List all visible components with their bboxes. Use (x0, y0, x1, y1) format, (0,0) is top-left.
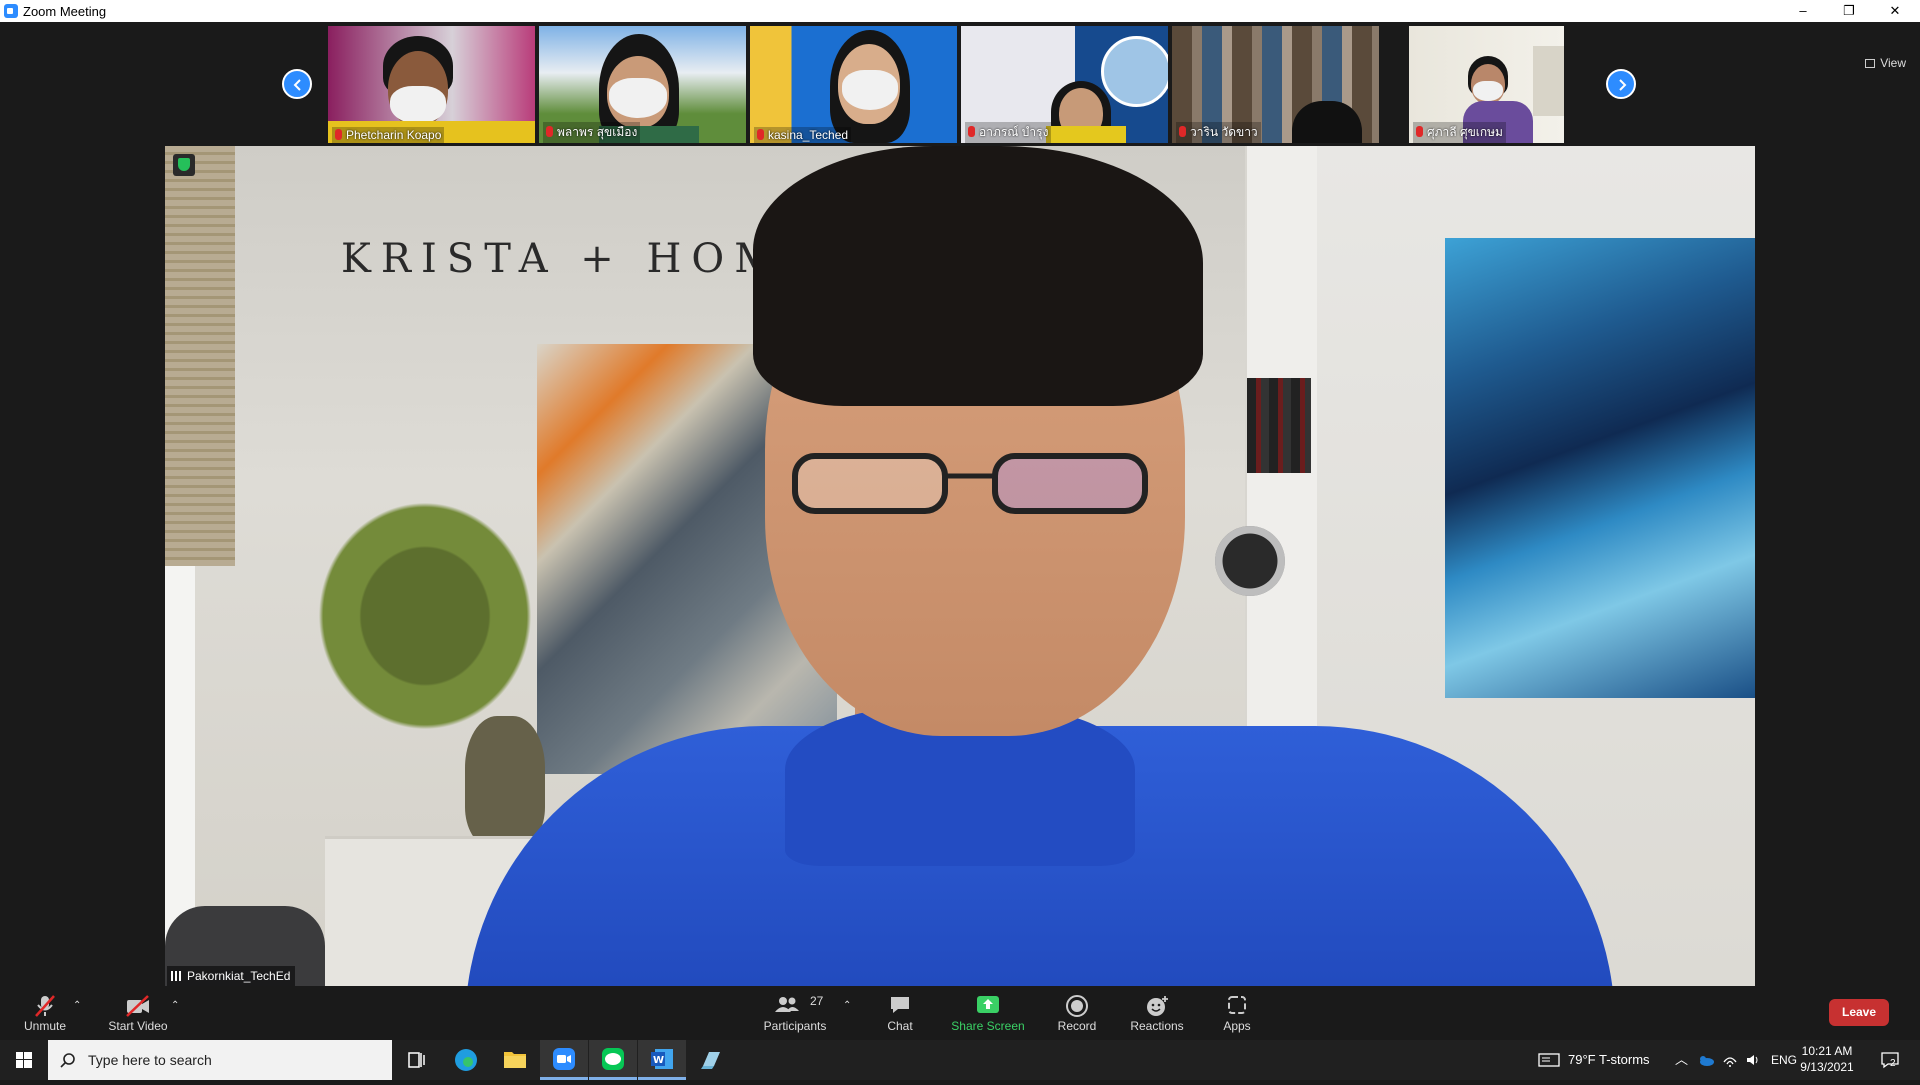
task-view-button[interactable] (392, 1040, 440, 1080)
participant-name: พลาพร สุขเมือง (543, 122, 641, 143)
participant-thumbnail[interactable]: Phetcharin Koapo (328, 26, 535, 143)
participant-name: ศุภาลี ศุขเกษม (1413, 122, 1506, 143)
wall-sign-text: KRISTA + HOM (341, 236, 786, 282)
active-speaker-video: KRISTA + HOM Pakornkiat_TechEd (165, 146, 1755, 986)
show-hidden-icons-chevron-icon[interactable]: ︿ (1675, 1040, 1688, 1080)
system-clock[interactable]: 10:21 AM 9/13/2021 (1792, 1043, 1862, 1075)
windows-taskbar: Type here to search W 79°F T-storms ︿ EN… (0, 1040, 1920, 1080)
weather-widget[interactable]: 79°F T-storms (1568, 1040, 1650, 1080)
leave-button[interactable]: Leave (1829, 999, 1889, 1026)
windows-logo-icon (16, 1052, 32, 1068)
taskbar-edge[interactable] (442, 1040, 490, 1080)
taskbar-notes-app[interactable] (687, 1040, 735, 1080)
chat-icon (891, 997, 909, 1013)
start-button[interactable] (0, 1040, 48, 1080)
participant-thumbnail[interactable]: ศุภาลี ศุขเกษม (1383, 26, 1590, 143)
reactions-button[interactable]: Reactions (1127, 986, 1187, 1040)
desk-clock (1215, 526, 1285, 596)
participant-thumbnail[interactable]: kasina_Teched (750, 26, 957, 143)
speaker-glasses (792, 453, 1148, 514)
muted-mic-icon (968, 126, 975, 137)
chevron-left-icon (293, 79, 301, 91)
speaker-name-label: Pakornkiat_TechEd (167, 966, 296, 986)
taskbar-file-explorer[interactable] (491, 1040, 539, 1080)
zoom-app-icon (4, 4, 18, 18)
participant-thumbnail[interactable]: พลาพร สุขเมือง (539, 26, 746, 143)
news-weather-icon[interactable] (1538, 1052, 1560, 1068)
view-button[interactable]: View (1865, 56, 1906, 70)
task-view-icon (408, 1052, 425, 1068)
record-icon (1066, 995, 1088, 1017)
apps-icon (1228, 996, 1246, 1014)
video-off-icon (126, 995, 149, 1017)
muted-mic-icon (546, 126, 553, 137)
unmute-button[interactable]: Unmute (12, 986, 78, 1040)
participant-name: วาริน วัดขาว (1176, 122, 1261, 143)
start-video-button[interactable]: Start Video (104, 986, 172, 1040)
participants-icon (775, 997, 799, 1012)
apps-button[interactable]: Apps (1213, 986, 1261, 1040)
taskbar-word[interactable]: W (638, 1040, 686, 1080)
audio-options-chevron-icon[interactable]: ⌃ (73, 1000, 81, 1011)
line-app-icon (602, 1048, 624, 1070)
taskbar-search-box[interactable]: Type here to search (48, 1040, 392, 1080)
word-app-icon: W (651, 1049, 673, 1069)
participant-name: Phetcharin Koapo (332, 127, 445, 143)
share-screen-icon (977, 996, 999, 1013)
previous-page-button[interactable] (282, 69, 312, 99)
muted-mic-icon (1179, 126, 1186, 137)
close-button[interactable]: ✕ (1872, 0, 1918, 22)
zoom-app-icon (553, 1048, 575, 1070)
blue-painting (1445, 238, 1755, 698)
chevron-right-icon (1619, 79, 1627, 91)
wifi-icon[interactable] (1722, 1052, 1738, 1068)
muted-mic-icon (757, 129, 764, 140)
participant-strip: Phetcharin Koapo พลาพร สุขเมือง kasina_T… (0, 22, 1920, 145)
svg-text:W: W (653, 1055, 664, 1066)
security-shield-icon[interactable] (173, 154, 195, 176)
share-screen-button[interactable]: Share Screen (948, 986, 1028, 1040)
onedrive-icon[interactable] (1697, 1053, 1715, 1067)
taskbar-line[interactable] (589, 1040, 637, 1080)
chat-button[interactable]: Chat (876, 986, 924, 1040)
view-grid-icon (1865, 59, 1876, 68)
search-icon (60, 1053, 75, 1068)
signal-strength-icon (171, 971, 183, 981)
next-page-button[interactable] (1606, 69, 1636, 99)
restore-button[interactable]: ❐ (1826, 0, 1872, 22)
notes-app-icon (701, 1052, 720, 1069)
edge-browser-icon (455, 1049, 477, 1071)
meeting-toolbar: Unmute ⌃ Start Video ⌃ 27 Participants ⌃… (0, 986, 1920, 1040)
participants-count: 27 (810, 994, 824, 1008)
record-button[interactable]: Record (1052, 986, 1102, 1040)
folder-icon (504, 1052, 526, 1068)
participants-button[interactable]: 27 Participants (760, 986, 830, 1040)
participant-name: kasina_Teched (754, 127, 852, 143)
minimize-button[interactable]: – (1780, 0, 1826, 22)
participant-thumbnail[interactable]: วาริน วัดขาว (1172, 26, 1379, 143)
muted-mic-icon (335, 129, 342, 140)
taskbar-zoom[interactable] (540, 1040, 588, 1080)
volume-icon[interactable] (1745, 1052, 1761, 1068)
muted-mic-icon (35, 995, 55, 1017)
participant-name: อาภรณ์ บำรุง (965, 122, 1052, 143)
participants-options-chevron-icon[interactable]: ⌃ (843, 1000, 851, 1011)
participant-thumbnail[interactable]: อาภรณ์ บำรุง (961, 26, 1168, 143)
window-title: Zoom Meeting (23, 4, 107, 19)
muted-mic-icon (1416, 126, 1423, 137)
title-bar: Zoom Meeting – ❐ ✕ (0, 0, 1920, 22)
video-options-chevron-icon[interactable]: ⌃ (171, 1000, 179, 1011)
notification-center-button[interactable]: 2 (1880, 1050, 1900, 1070)
reactions-icon (1147, 996, 1168, 1016)
